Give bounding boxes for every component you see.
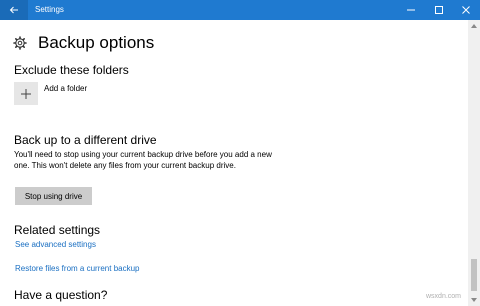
scrollbar-thumb[interactable] [471,259,477,291]
plus-icon [21,88,31,99]
advanced-settings-link[interactable]: See advanced settings [15,240,96,250]
maximize-icon [435,6,443,14]
add-folder-button[interactable] [14,82,38,105]
minimize-icon [407,9,415,11]
add-folder-label[interactable]: Add a folder [44,84,87,94]
window-title: Settings [35,5,64,14]
vertical-scrollbar[interactable] [468,20,480,306]
scroll-down-button[interactable] [468,294,480,306]
have-a-question-heading: Have a question? [14,288,108,302]
different-drive-heading: Back up to a different drive [14,133,157,147]
exclude-folders-heading: Exclude these folders [14,63,129,77]
title-bar: Settings [0,0,480,20]
scroll-down-icon [471,298,477,302]
stop-using-drive-button[interactable]: Stop using drive [15,187,92,205]
page-title: Backup options [38,33,155,52]
scroll-up-button[interactable] [468,20,480,32]
minimize-button[interactable] [397,0,425,20]
restore-files-link[interactable]: Restore files from a current backup [15,264,140,274]
maximize-button[interactable] [425,0,453,20]
back-arrow-icon [9,6,18,14]
close-icon [462,6,470,14]
close-button[interactable] [452,0,480,20]
gear-icon [13,36,27,50]
back-button[interactable] [0,0,28,20]
related-settings-heading: Related settings [14,223,101,237]
watermark: wsxdn.com [426,293,462,300]
scroll-up-icon [471,24,477,28]
settings-content: Backup options Exclude these folders Add… [0,20,468,306]
different-drive-description: You'll need to stop using your current b… [14,150,272,170]
